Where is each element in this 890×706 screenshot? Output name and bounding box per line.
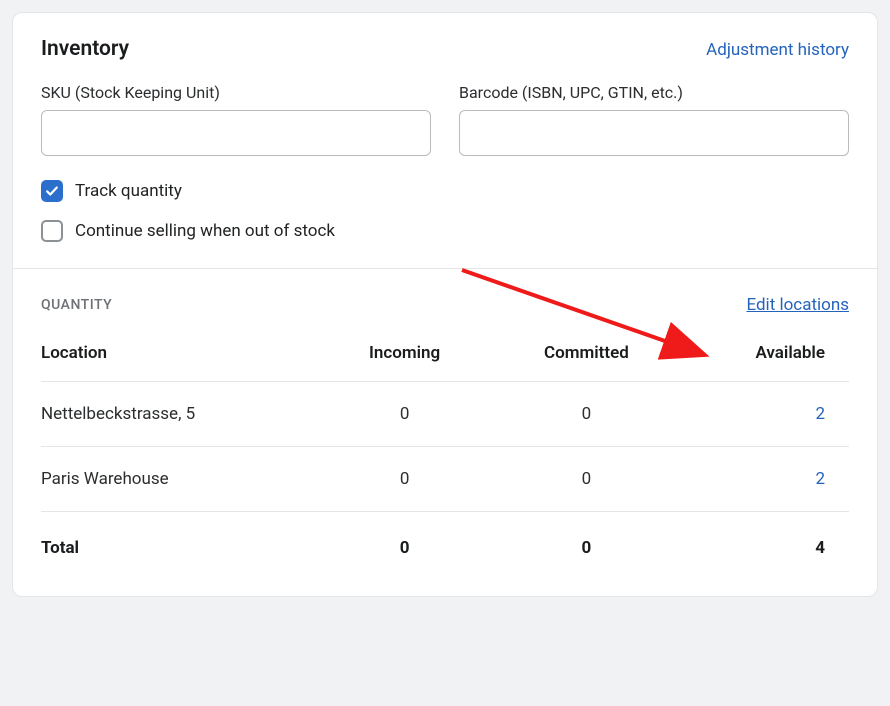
cell-incoming: 0 [324, 382, 486, 447]
col-committed: Committed [485, 343, 687, 382]
track-quantity-row[interactable]: Track quantity [41, 180, 849, 202]
header-row: Inventory Adjustment history [41, 37, 849, 61]
table-row: Nettelbeckstrasse, 5 0 0 2 [41, 382, 849, 447]
quantity-table: Location Incoming Committed Available Ne… [41, 343, 849, 566]
card-title: Inventory [41, 37, 129, 61]
sku-input[interactable] [41, 110, 431, 156]
available-link[interactable]: 2 [815, 469, 825, 489]
available-link[interactable]: 2 [815, 404, 825, 424]
edit-locations-link[interactable]: Edit locations [746, 295, 849, 315]
cell-committed: 0 [485, 447, 687, 512]
cell-committed: 0 [485, 382, 687, 447]
cell-available: 2 [687, 447, 849, 512]
table-total-row: Total 0 0 4 [41, 512, 849, 567]
cell-incoming: 0 [324, 447, 486, 512]
total-committed: 0 [485, 512, 687, 567]
quantity-subheader: QUANTITY [41, 297, 112, 313]
card-bottom-section: QUANTITY Edit locations Location Incomin… [13, 269, 877, 596]
total-incoming: 0 [324, 512, 486, 567]
continue-selling-row[interactable]: Continue selling when out of stock [41, 220, 849, 242]
table-header-row: Location Incoming Committed Available [41, 343, 849, 382]
sku-label: SKU (Stock Keeping Unit) [41, 83, 431, 102]
col-available: Available [687, 343, 849, 382]
sku-field: SKU (Stock Keeping Unit) [41, 83, 431, 156]
adjustment-history-link[interactable]: Adjustment history [706, 40, 849, 60]
barcode-input[interactable] [459, 110, 849, 156]
total-label: Total [41, 512, 324, 567]
inventory-card: Inventory Adjustment history SKU (Stock … [12, 12, 878, 597]
barcode-label: Barcode (ISBN, UPC, GTIN, etc.) [459, 83, 849, 102]
cell-location: Nettelbeckstrasse, 5 [41, 382, 324, 447]
continue-selling-checkbox[interactable] [41, 220, 63, 242]
continue-selling-label: Continue selling when out of stock [75, 221, 335, 241]
checkmark-icon [45, 184, 59, 198]
field-row: SKU (Stock Keeping Unit) Barcode (ISBN, … [41, 83, 849, 156]
card-top-section: Inventory Adjustment history SKU (Stock … [13, 13, 877, 268]
col-incoming: Incoming [324, 343, 486, 382]
track-quantity-label: Track quantity [75, 181, 182, 201]
cell-available: 2 [687, 382, 849, 447]
subheader-row: QUANTITY Edit locations [41, 295, 849, 315]
table-row: Paris Warehouse 0 0 2 [41, 447, 849, 512]
cell-location: Paris Warehouse [41, 447, 324, 512]
total-available: 4 [687, 512, 849, 567]
col-location: Location [41, 343, 324, 382]
track-quantity-checkbox[interactable] [41, 180, 63, 202]
barcode-field: Barcode (ISBN, UPC, GTIN, etc.) [459, 83, 849, 156]
